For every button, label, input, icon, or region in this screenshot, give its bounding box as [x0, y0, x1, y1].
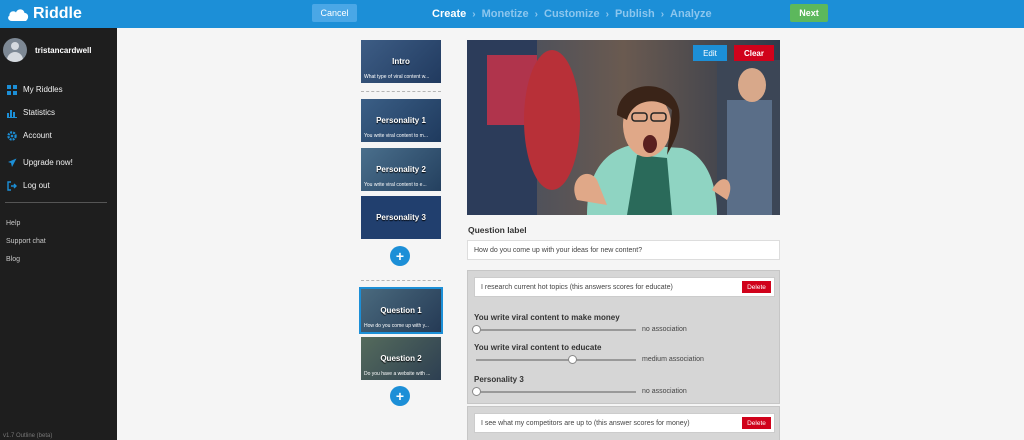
cloud-logo-icon: [8, 9, 29, 21]
app-name: Riddle: [33, 5, 82, 22]
sidebar-item-label: Statistics: [23, 108, 56, 117]
score-personality-name: Personality 3: [474, 375, 524, 384]
sidebar-item-label: Account: [23, 131, 52, 140]
version-label: v1.7 Outline (beta): [3, 433, 53, 439]
score-personality-name: You write viral content to make money: [474, 313, 620, 322]
chevron-right-icon: ›: [534, 8, 538, 20]
slider-handle[interactable]: [568, 355, 577, 364]
username: tristancardwell: [35, 45, 92, 55]
slide-title: Personality 2: [376, 165, 426, 174]
help-link[interactable]: Help: [6, 214, 46, 232]
support-chat-link[interactable]: Support chat: [6, 232, 46, 250]
avatar: [3, 38, 27, 62]
question-photo: [467, 40, 780, 215]
step-monetize[interactable]: Monetize: [482, 8, 529, 20]
question-label-input[interactable]: How do you come up with your ideas for n…: [467, 240, 780, 260]
association-label: no association: [642, 388, 687, 395]
slider-handle[interactable]: [472, 325, 481, 334]
logout-icon: [7, 180, 17, 191]
sidebar-links: Help Support chat Blog: [6, 214, 46, 268]
next-button[interactable]: Next: [790, 4, 828, 22]
slide-title: Question 1: [380, 306, 422, 315]
slide-title: Question 2: [380, 354, 422, 363]
sidebar-item-label: My Riddles: [23, 85, 63, 94]
slide-subtitle: What type of viral content w...: [364, 74, 430, 80]
chevron-right-icon: ›: [660, 8, 665, 20]
rocket-icon: [8, 158, 17, 167]
sidebar-item-logout[interactable]: Log out: [0, 174, 117, 197]
slide-intro[interactable]: Intro What type of viral content w...: [361, 40, 441, 83]
answer-card: I research current hot topics (this answ…: [467, 270, 780, 404]
slide-personality-2[interactable]: Personality 2 You write viral content to…: [361, 148, 441, 191]
slider-track: [476, 359, 636, 361]
clear-image-button[interactable]: Clear: [734, 45, 774, 61]
score-personality-name: You write viral content to educate: [474, 343, 602, 352]
slide-question-2[interactable]: Question 2 Do you have a website with ..…: [361, 337, 441, 380]
slider-track: [476, 329, 636, 331]
answer-text-input[interactable]: I research current hot topics (this answ…: [474, 277, 775, 297]
step-publish[interactable]: Publish: [615, 8, 655, 20]
slide-question-1[interactable]: Question 1 How do you come up with y...: [359, 287, 443, 334]
association-label: no association: [642, 326, 687, 333]
blog-link[interactable]: Blog: [6, 250, 46, 268]
sidebar-item-my-riddles[interactable]: My Riddles: [0, 78, 117, 101]
edit-image-button[interactable]: Edit: [693, 45, 727, 61]
answer-card: I see what my competitors are up to (thi…: [467, 406, 780, 440]
delete-answer-button[interactable]: Delete: [742, 281, 771, 293]
slider-handle[interactable]: [472, 387, 481, 396]
slide-subtitle: You write viral content to e...: [364, 182, 427, 188]
association-slider[interactable]: [472, 325, 636, 335]
association-label: medium association: [642, 356, 704, 363]
sidebar-item-account[interactable]: Account: [0, 124, 117, 147]
question-label-heading: Question label: [468, 225, 527, 235]
slide-subtitle: You write viral content to m...: [364, 133, 429, 139]
question-editor: Edit Clear Question label How do you com…: [467, 28, 780, 440]
step-analyze[interactable]: Analyze: [670, 8, 712, 20]
section-divider: [361, 280, 441, 281]
slide-subtitle: How do you come up with y...: [364, 323, 429, 329]
chevron-right-icon: ›: [472, 8, 476, 20]
slide-personality-3[interactable]: Personality 3: [361, 196, 441, 239]
step-create[interactable]: Create: [432, 8, 466, 20]
chevron-right-icon: ›: [605, 8, 609, 20]
sidebar: tristancardwell My Riddles Statistics Ac…: [0, 28, 117, 440]
slider-track: [476, 391, 636, 393]
sidebar-nav: My Riddles Statistics Account Upgrade no…: [0, 78, 117, 197]
slide-title: Personality 1: [376, 116, 426, 125]
slide-title: Personality 3: [376, 213, 426, 222]
delete-answer-button[interactable]: Delete: [742, 417, 771, 429]
slide-personality-1[interactable]: Personality 1 You write viral content to…: [361, 99, 441, 142]
cancel-button[interactable]: Cancel: [312, 4, 357, 22]
slide-subtitle: Do you have a website with ...: [364, 371, 431, 377]
step-customize[interactable]: Customize: [544, 8, 600, 20]
bar-chart-icon: [7, 109, 17, 118]
gear-icon: [7, 130, 17, 141]
sidebar-item-label: Log out: [23, 181, 50, 190]
answer-text-input[interactable]: I see what my competitors are up to (thi…: [474, 413, 775, 433]
riddle-logo[interactable]: Riddle: [6, 4, 82, 24]
sidebar-divider: [5, 202, 107, 203]
sidebar-item-statistics[interactable]: Statistics: [0, 101, 117, 124]
association-slider[interactable]: [476, 355, 636, 365]
wizard-steps: Create › Monetize › Customize › Publish …: [432, 6, 712, 22]
sidebar-item-label: Upgrade now!: [23, 158, 73, 167]
sidebar-item-upgrade[interactable]: Upgrade now!: [0, 151, 117, 174]
top-bar: Riddle Cancel Create › Monetize › Custom…: [0, 0, 1024, 28]
grid-icon: [7, 84, 17, 95]
add-question-button[interactable]: +: [390, 386, 410, 406]
add-personality-button[interactable]: +: [390, 246, 410, 266]
question-image[interactable]: [467, 40, 780, 215]
slide-list: Intro What type of viral content w... Pe…: [358, 28, 446, 440]
section-divider: [361, 91, 441, 92]
user-profile[interactable]: tristancardwell: [3, 38, 91, 62]
association-slider[interactable]: [472, 387, 636, 397]
slide-title: Intro: [392, 57, 410, 66]
